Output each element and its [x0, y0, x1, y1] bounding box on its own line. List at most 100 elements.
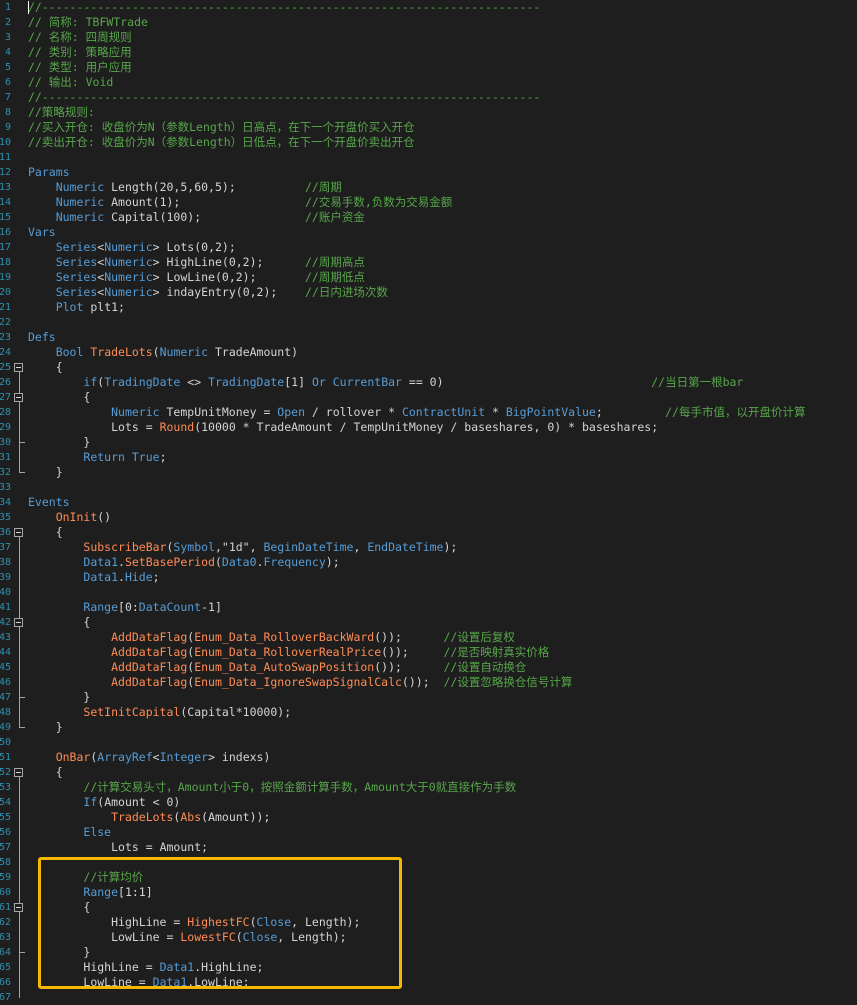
line-number: 52	[0, 767, 11, 778]
code-line[interactable]: // 输出: Void	[28, 75, 113, 90]
line-number: 20	[0, 287, 11, 298]
code-line[interactable]: Return True;	[28, 450, 166, 465]
code-line[interactable]: Range[0:DataCount-1]	[28, 600, 222, 615]
line-number: 7	[4, 92, 11, 103]
code-line[interactable]: //卖出开仓: 收盘价为N（参数Length）日低点，在下一个开盘价卖出开仓	[28, 135, 415, 150]
code-line[interactable]: //--------------------------------------…	[28, 90, 540, 105]
code-editor[interactable]: 1 //-------------------------------------…	[0, 0, 857, 1003]
fold-toggle-icon[interactable]	[14, 528, 23, 537]
code-line[interactable]: }	[28, 690, 90, 705]
code-line[interactable]: Numeric TempUnitMoney = Open / rollover …	[28, 405, 805, 420]
line-number: 41	[0, 602, 11, 613]
code-line[interactable]: {	[28, 360, 63, 375]
line-number: 17	[0, 242, 11, 253]
line-number: 1	[4, 2, 11, 13]
code-line[interactable]: AddDataFlag(Enum_Data_RolloverBackWard()…	[28, 630, 515, 645]
code-line[interactable]: Params	[28, 165, 70, 180]
code-line[interactable]: TradeLots(Abs(Amount));	[28, 810, 270, 825]
line-number: 43	[0, 632, 11, 643]
code-line[interactable]: AddDataFlag(Enum_Data_RolloverRealPrice(…	[28, 645, 549, 660]
line-number: 23	[0, 332, 11, 343]
line-number: 32	[0, 467, 11, 478]
code-line[interactable]: SetInitCapital(Capital*10000);	[28, 705, 291, 720]
fold-toggle-icon[interactable]	[14, 363, 23, 372]
line-number: 62	[0, 917, 11, 928]
code-line[interactable]: {	[28, 390, 90, 405]
line-number: 60	[0, 887, 11, 898]
line-number: 54	[0, 797, 11, 808]
line-number: 6	[4, 77, 11, 88]
code-line[interactable]: Lots = Amount;	[28, 840, 208, 855]
fold-toggle-icon[interactable]	[14, 903, 23, 912]
line-number: 18	[0, 257, 11, 268]
code-line[interactable]: {	[28, 525, 63, 540]
code-line[interactable]: Series<Numeric> indayEntry(0,2); //日内进场次…	[28, 285, 388, 300]
line-number: 36	[0, 527, 11, 538]
line-number: 66	[0, 977, 11, 988]
line-number: 51	[0, 752, 11, 763]
line-number: 13	[0, 182, 11, 193]
code-line[interactable]: SubscribeBar(Symbol,"1d", BeginDateTime,…	[28, 540, 457, 555]
line-number: 49	[0, 722, 11, 733]
code-line[interactable]: Series<Numeric> HighLine(0,2); //周期高点	[28, 255, 365, 270]
code-line[interactable]: // 类别: 策略应用	[28, 45, 132, 60]
line-number: 12	[0, 167, 11, 178]
code-line[interactable]: }	[28, 435, 90, 450]
code-line[interactable]: {	[28, 615, 90, 630]
fold-toggle-icon[interactable]	[14, 618, 23, 627]
line-number: 10	[0, 137, 11, 148]
fold-end-marker	[19, 952, 25, 953]
line-number: 34	[0, 497, 11, 508]
line-number: 2	[4, 17, 11, 28]
line-number: 25	[0, 362, 11, 373]
code-line[interactable]: // 名称: 四周规则	[28, 30, 132, 45]
line-number: 65	[0, 962, 11, 973]
fold-end-marker	[19, 472, 25, 473]
line-number: 19	[0, 272, 11, 283]
code-line[interactable]: {	[28, 765, 63, 780]
code-line[interactable]: if(TradingDate <> TradingDate[1] Or Curr…	[28, 375, 743, 390]
code-line[interactable]: // 类型: 用户应用	[28, 60, 132, 75]
code-line[interactable]: Events	[28, 495, 70, 510]
line-number: 59	[0, 872, 11, 883]
code-line[interactable]: Data1.SetBasePeriod(Data0.Frequency);	[28, 555, 339, 570]
line-number: 45	[0, 662, 11, 673]
line-number: 37	[0, 542, 11, 553]
code-line[interactable]: Numeric Capital(100); //账户资金	[28, 210, 365, 225]
code-line[interactable]: OnBar(ArrayRef<Integer> indexs)	[28, 750, 271, 765]
code-line[interactable]: Defs	[28, 330, 56, 345]
code-line[interactable]: If(Amount < 0)	[28, 795, 180, 810]
code-line[interactable]: Numeric Amount(1); //交易手数,负数为交易金额	[28, 195, 453, 210]
code-line[interactable]: // 简称: TBFWTrade	[28, 15, 148, 30]
fold-toggle-icon[interactable]	[14, 768, 23, 777]
line-number: 22	[0, 317, 11, 328]
code-line[interactable]: Series<Numeric> Lots(0,2);	[28, 240, 236, 255]
code-line[interactable]: }	[28, 465, 63, 480]
code-line[interactable]: Else	[28, 825, 111, 840]
code-line[interactable]: //策略规则:	[28, 105, 95, 120]
code-line[interactable]: Bool TradeLots(Numeric TradeAmount)	[28, 345, 298, 360]
code-line[interactable]: //计算交易头寸，Amount小于0，按照金额计算手数，Amount大于0就直接…	[28, 780, 516, 795]
fold-toggle-icon[interactable]	[14, 393, 23, 402]
line-number: 28	[0, 407, 11, 418]
line-number: 63	[0, 932, 11, 943]
code-line[interactable]: OnInit()	[28, 510, 111, 525]
code-line[interactable]: Numeric Length(20,5,60,5); //周期	[28, 180, 342, 195]
code-line[interactable]: AddDataFlag(Enum_Data_IgnoreSwapSignalCa…	[28, 675, 572, 690]
line-number: 8	[4, 107, 11, 118]
fold-guide	[19, 912, 20, 953]
line-number: 50	[0, 737, 11, 748]
line-number: 24	[0, 347, 11, 358]
code-line[interactable]: //买入开仓: 收盘价为N（参数Length）日高点，在下一个开盘价买入开仓	[28, 120, 415, 135]
line-number: 38	[0, 557, 11, 568]
code-line[interactable]: Vars	[28, 225, 56, 240]
code-line[interactable]: //--------------------------------------…	[28, 0, 540, 15]
code-line[interactable]: }	[28, 720, 63, 735]
code-line[interactable]: AddDataFlag(Enum_Data_AutoSwapPosition()…	[28, 660, 526, 675]
line-number: 47	[0, 692, 11, 703]
code-line[interactable]: Lots = Round(10000 * TradeAmount / TempU…	[28, 420, 658, 435]
line-number: 46	[0, 677, 11, 688]
code-line[interactable]: Plot plt1;	[28, 300, 125, 315]
code-line[interactable]: Data1.Hide;	[28, 570, 159, 585]
code-line[interactable]: Series<Numeric> LowLine(0,2); //周期低点	[28, 270, 365, 285]
